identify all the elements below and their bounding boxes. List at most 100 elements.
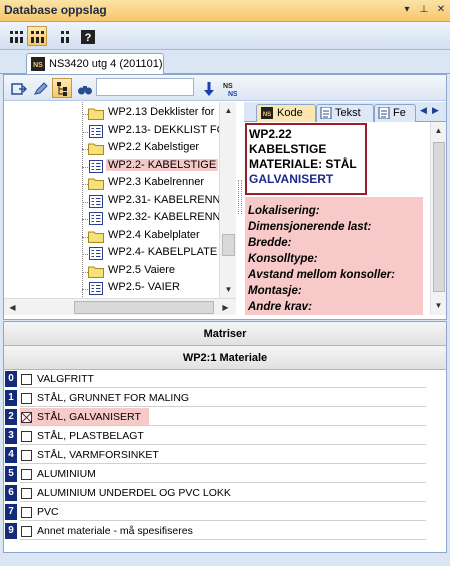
tree-item[interactable]: WP2.4- KABELPLATE: [4, 245, 223, 262]
row-number-badge: 0: [5, 371, 17, 387]
row-checkbox[interactable]: [21, 450, 32, 461]
svg-text:NS: NS: [33, 62, 43, 69]
code-box: WP2.22 KABELSTIGE MATERIALE: STÅL GALVAN…: [245, 123, 367, 195]
row-checkbox[interactable]: [21, 488, 32, 499]
row-label: STÅL, GALVANISERT: [37, 411, 141, 423]
tree-item-label: WP2.5- VAIER: [108, 281, 180, 293]
view-small-icon[interactable]: [56, 26, 76, 46]
pin-icon[interactable]: ⊥: [417, 3, 431, 17]
row-checkbox[interactable]: [21, 431, 32, 442]
help-icon[interactable]: ?: [77, 26, 97, 46]
view-grid-active-icon[interactable]: [27, 26, 47, 46]
row-label: Annet materiale - må spesifiseres: [37, 525, 193, 537]
code-item-icon: [88, 212, 104, 225]
row-label: ALUMINIUM: [37, 468, 96, 480]
svg-text:NS: NS: [223, 83, 233, 90]
close-icon[interactable]: ✕: [434, 3, 448, 17]
text-doc-icon: [378, 106, 390, 122]
tab-tekst[interactable]: Tekst: [316, 104, 374, 122]
tree-item[interactable]: WP2.5- VAIER: [4, 280, 223, 297]
matrix-row[interactable]: 2 STÅL, GALVANISERT: [4, 408, 426, 426]
tree-item[interactable]: WP2.2 Kabelstiger: [4, 140, 223, 157]
field-label: Andre krav:: [248, 301, 312, 313]
folder-icon: [88, 107, 104, 120]
row-checkbox[interactable]: [21, 507, 32, 518]
tree-horizontal-scrollbar[interactable]: ◀ ▶: [4, 298, 236, 315]
down-arrow-icon[interactable]: [198, 78, 218, 98]
specification-fields: Lokalisering: Dimensjonerende last: Bred…: [245, 197, 423, 315]
document-tabs: NS NS3420 utg 4 (201101): [0, 50, 450, 74]
row-checkbox[interactable]: [21, 469, 32, 480]
code-detail-pane: WP2.22 KABELSTIGE MATERIALE: STÅL GALVAN…: [244, 122, 430, 315]
tab-label: Kode: [277, 107, 303, 119]
matrix-row[interactable]: 0 VALGFRITT: [4, 370, 426, 388]
tree-vertical-scrollbar[interactable]: ▲ ▼: [219, 102, 236, 298]
tree-item-label: WP2.2- KABELSTIGE: [106, 158, 219, 171]
edit-icon[interactable]: [30, 78, 50, 98]
ns-book-icon: NS: [261, 107, 273, 122]
tab-kode[interactable]: NS Kode: [256, 104, 316, 122]
matrix-row[interactable]: 3 STÅL, PLASTBELAGT: [4, 427, 426, 445]
matrix-row[interactable]: 5 ALUMINIUM: [4, 465, 426, 483]
tree-item[interactable]: WP2.13 Dekklister for: [4, 105, 223, 122]
code-item-icon: [88, 159, 104, 173]
tree-item[interactable]: WP2.31- KABELRENN: [4, 193, 223, 210]
text-doc-icon: [320, 106, 332, 122]
tree-item[interactable]: WP2.4 Kabelplater: [4, 228, 223, 245]
pane-splitter[interactable]: [238, 180, 242, 214]
tree-item[interactable]: WP2.13- DEKKLIST FO: [4, 123, 226, 140]
detail-vertical-scrollbar[interactable]: ▲ ▼: [430, 122, 446, 315]
panel-toolbar: NS NS: [4, 75, 446, 101]
row-number-badge: 6: [5, 485, 17, 501]
row-label: VALGFRITT: [37, 373, 94, 385]
matrix-row[interactable]: 7 PVC: [4, 503, 426, 521]
tree-item[interactable]: WP2.2- KABELSTIGE: [4, 158, 223, 175]
tree-item-label: WP2.13 Dekklister for: [108, 106, 215, 118]
code-line: MATERIALE: STÅL: [249, 157, 357, 171]
export-icon[interactable]: [8, 78, 28, 98]
matrix-header: Matriser: [4, 322, 446, 346]
field-label: Montasje:: [248, 285, 302, 297]
row-label: PVC: [37, 506, 59, 518]
tab-ns3420[interactable]: NS NS3420 utg 4 (201101): [26, 53, 164, 74]
tab-fe[interactable]: Fe: [374, 104, 416, 122]
tab-label: Fe: [393, 107, 406, 119]
tree-item-label: WP2.13- DEKKLIST FO: [108, 123, 226, 136]
dropdown-icon[interactable]: ▾: [400, 3, 414, 17]
field-label: Bredde:: [248, 237, 292, 249]
tree-item-label: WP2.4- KABELPLATE: [108, 246, 218, 258]
row-number-badge: 2: [5, 409, 17, 425]
tree-view-icon[interactable]: [52, 78, 72, 98]
tree-item[interactable]: WP2.3 Kabelrenner: [4, 175, 223, 192]
row-number-badge: 5: [5, 466, 17, 482]
row-number-badge: 4: [5, 447, 17, 463]
matrix-row[interactable]: 6 ALUMINIUM UNDERDEL OG PVC LOKK: [4, 484, 426, 502]
row-label: ALUMINIUM UNDERDEL OG PVC LOKK: [37, 487, 231, 499]
row-checkbox[interactable]: [21, 374, 32, 385]
view-grid-icon[interactable]: [6, 26, 26, 46]
row-checkbox[interactable]: [21, 393, 32, 404]
tree-item[interactable]: WP2.5 Vaiere: [4, 263, 223, 280]
row-label: STÅL, PLASTBELAGT: [37, 430, 144, 442]
tab-label: NS3420 utg 4 (201101): [49, 58, 163, 70]
tab-label: Tekst: [335, 107, 361, 119]
code-item-icon: [88, 282, 104, 295]
tree-item[interactable]: WP2.32- KABELRENN: [4, 210, 223, 227]
row-checkbox[interactable]: [21, 526, 32, 537]
matrix-row[interactable]: 1 STÅL, GRUNNET FOR MALING: [4, 389, 426, 407]
row-checkbox[interactable]: [21, 412, 32, 423]
code-item-icon: [88, 247, 104, 260]
code-item-icon: [88, 124, 104, 138]
binoculars-icon[interactable]: [74, 78, 94, 98]
matrix-row[interactable]: 4 STÅL, VARMFORSINKET: [4, 446, 426, 464]
tree-item-label: WP2.4 Kabelplater: [108, 228, 200, 241]
tree-item-label: WP2.31- KABELRENN: [108, 193, 221, 206]
search-input[interactable]: [96, 78, 194, 96]
folder-icon: [88, 265, 104, 278]
tab-scroll-left-icon[interactable]: ◀: [420, 105, 427, 116]
row-number-badge: 7: [5, 504, 17, 520]
matrix-subheader: WP2:1 Materiale: [4, 346, 446, 370]
tab-scroll-right-icon[interactable]: ▶: [432, 105, 439, 116]
ns-ns-icon[interactable]: NS NS: [218, 78, 238, 98]
matrix-row[interactable]: 9 Annet materiale - må spesifiseres: [4, 522, 426, 540]
